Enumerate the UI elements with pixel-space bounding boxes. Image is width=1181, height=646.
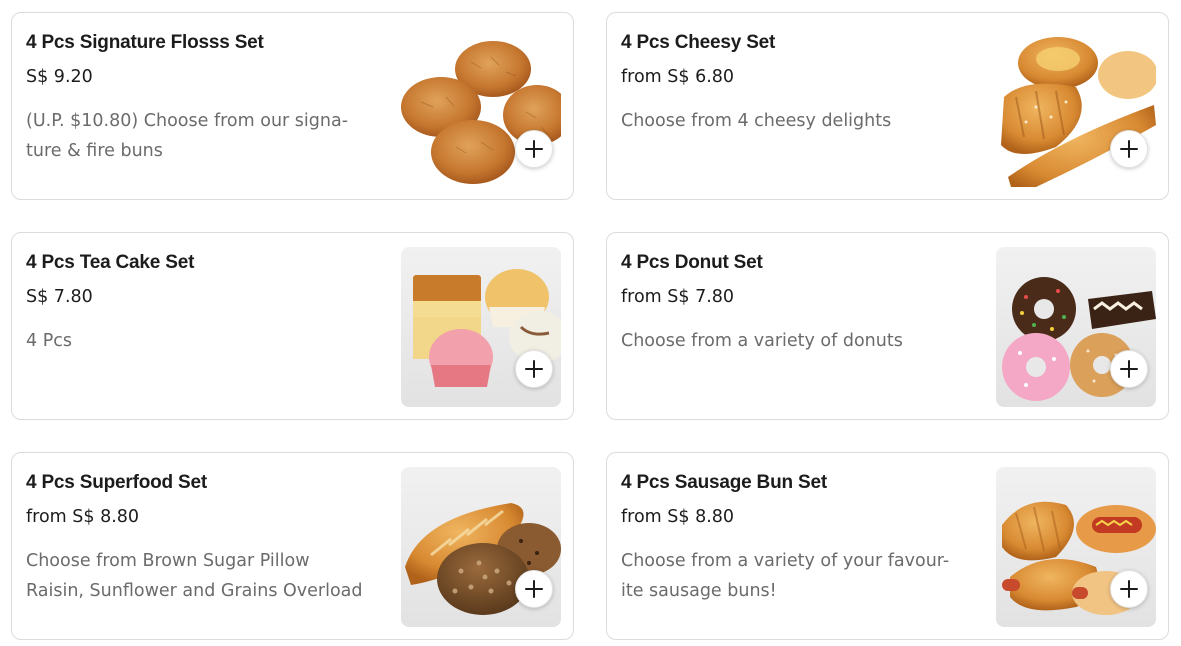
menu-item-card[interactable]: 4 Pcs Sausage Bun Set from S$ 8.80 Choos… <box>606 452 1169 640</box>
plus-icon <box>525 580 543 598</box>
add-to-cart-button[interactable] <box>1110 350 1148 388</box>
add-to-cart-button[interactable] <box>515 570 553 608</box>
add-to-cart-button[interactable] <box>1110 130 1148 168</box>
item-price: from S$ 7.80 <box>621 287 735 307</box>
item-description: (U.P. $10.80) Choose from our signa- tur… <box>26 106 386 166</box>
item-description-line: Choose from a variety of donuts <box>621 331 903 351</box>
item-title: 4 Pcs Tea Cake Set <box>26 252 195 273</box>
item-price: from S$ 8.80 <box>26 507 140 527</box>
item-price: from S$ 6.80 <box>621 67 735 87</box>
item-title: 4 Pcs Signature Flosss Set <box>26 32 264 53</box>
item-info: 4 Pcs Signature Flosss Set S$ 9.20 (U.P.… <box>26 31 386 166</box>
item-description-line: (U.P. $10.80) Choose from our signa- <box>26 111 349 131</box>
item-description: Choose from a variety of your favour- it… <box>621 546 981 606</box>
plus-icon <box>1120 140 1138 158</box>
add-to-cart-button[interactable] <box>515 350 553 388</box>
menu-item-card[interactable]: 4 Pcs Tea Cake Set S$ 7.80 4 Pcs <box>11 232 574 420</box>
item-info: 4 Pcs Tea Cake Set S$ 7.80 4 Pcs <box>26 251 386 356</box>
add-to-cart-button[interactable] <box>515 130 553 168</box>
item-description-line: Choose from 4 cheesy delights <box>621 111 892 131</box>
plus-icon <box>1120 580 1138 598</box>
item-description-line: Raisin, Sunflower and Grains Overload <box>26 581 363 601</box>
menu-item-card[interactable]: 4 Pcs Donut Set from S$ 7.80 Choose from… <box>606 232 1169 420</box>
item-description: Choose from 4 cheesy delights <box>621 106 981 136</box>
item-info: 4 Pcs Cheesy Set from S$ 6.80 Choose fro… <box>621 31 981 136</box>
menu-item-card[interactable]: 4 Pcs Signature Flosss Set S$ 9.20 (U.P.… <box>11 12 574 200</box>
menu-item-card[interactable]: 4 Pcs Cheesy Set from S$ 6.80 Choose fro… <box>606 12 1169 200</box>
item-price: from S$ 8.80 <box>621 507 735 527</box>
item-description-line: ture & fire buns <box>26 141 163 161</box>
menu-item-card[interactable]: 4 Pcs Superfood Set from S$ 8.80 Choose … <box>11 452 574 640</box>
plus-icon <box>1120 360 1138 378</box>
item-title: 4 Pcs Superfood Set <box>26 472 207 493</box>
item-title: 4 Pcs Donut Set <box>621 252 763 273</box>
item-description-line: Choose from a variety of your favour- <box>621 551 950 571</box>
item-description-line: 4 Pcs <box>26 331 72 351</box>
item-description: Choose from a variety of donuts <box>621 326 981 356</box>
item-info: 4 Pcs Superfood Set from S$ 8.80 Choose … <box>26 471 386 606</box>
item-info: 4 Pcs Donut Set from S$ 7.80 Choose from… <box>621 251 981 356</box>
item-description-line: Choose from Brown Sugar Pillow <box>26 551 310 571</box>
add-to-cart-button[interactable] <box>1110 570 1148 608</box>
item-title: 4 Pcs Sausage Bun Set <box>621 472 827 493</box>
item-price: S$ 7.80 <box>26 287 93 307</box>
plus-icon <box>525 140 543 158</box>
item-info: 4 Pcs Sausage Bun Set from S$ 8.80 Choos… <box>621 471 981 606</box>
item-price: S$ 9.20 <box>26 67 93 87</box>
item-description: 4 Pcs <box>26 326 386 356</box>
item-description-line: ite sausage buns! <box>621 581 777 601</box>
plus-icon <box>525 360 543 378</box>
item-title: 4 Pcs Cheesy Set <box>621 32 776 53</box>
item-description: Choose from Brown Sugar Pillow Raisin, S… <box>26 546 386 606</box>
